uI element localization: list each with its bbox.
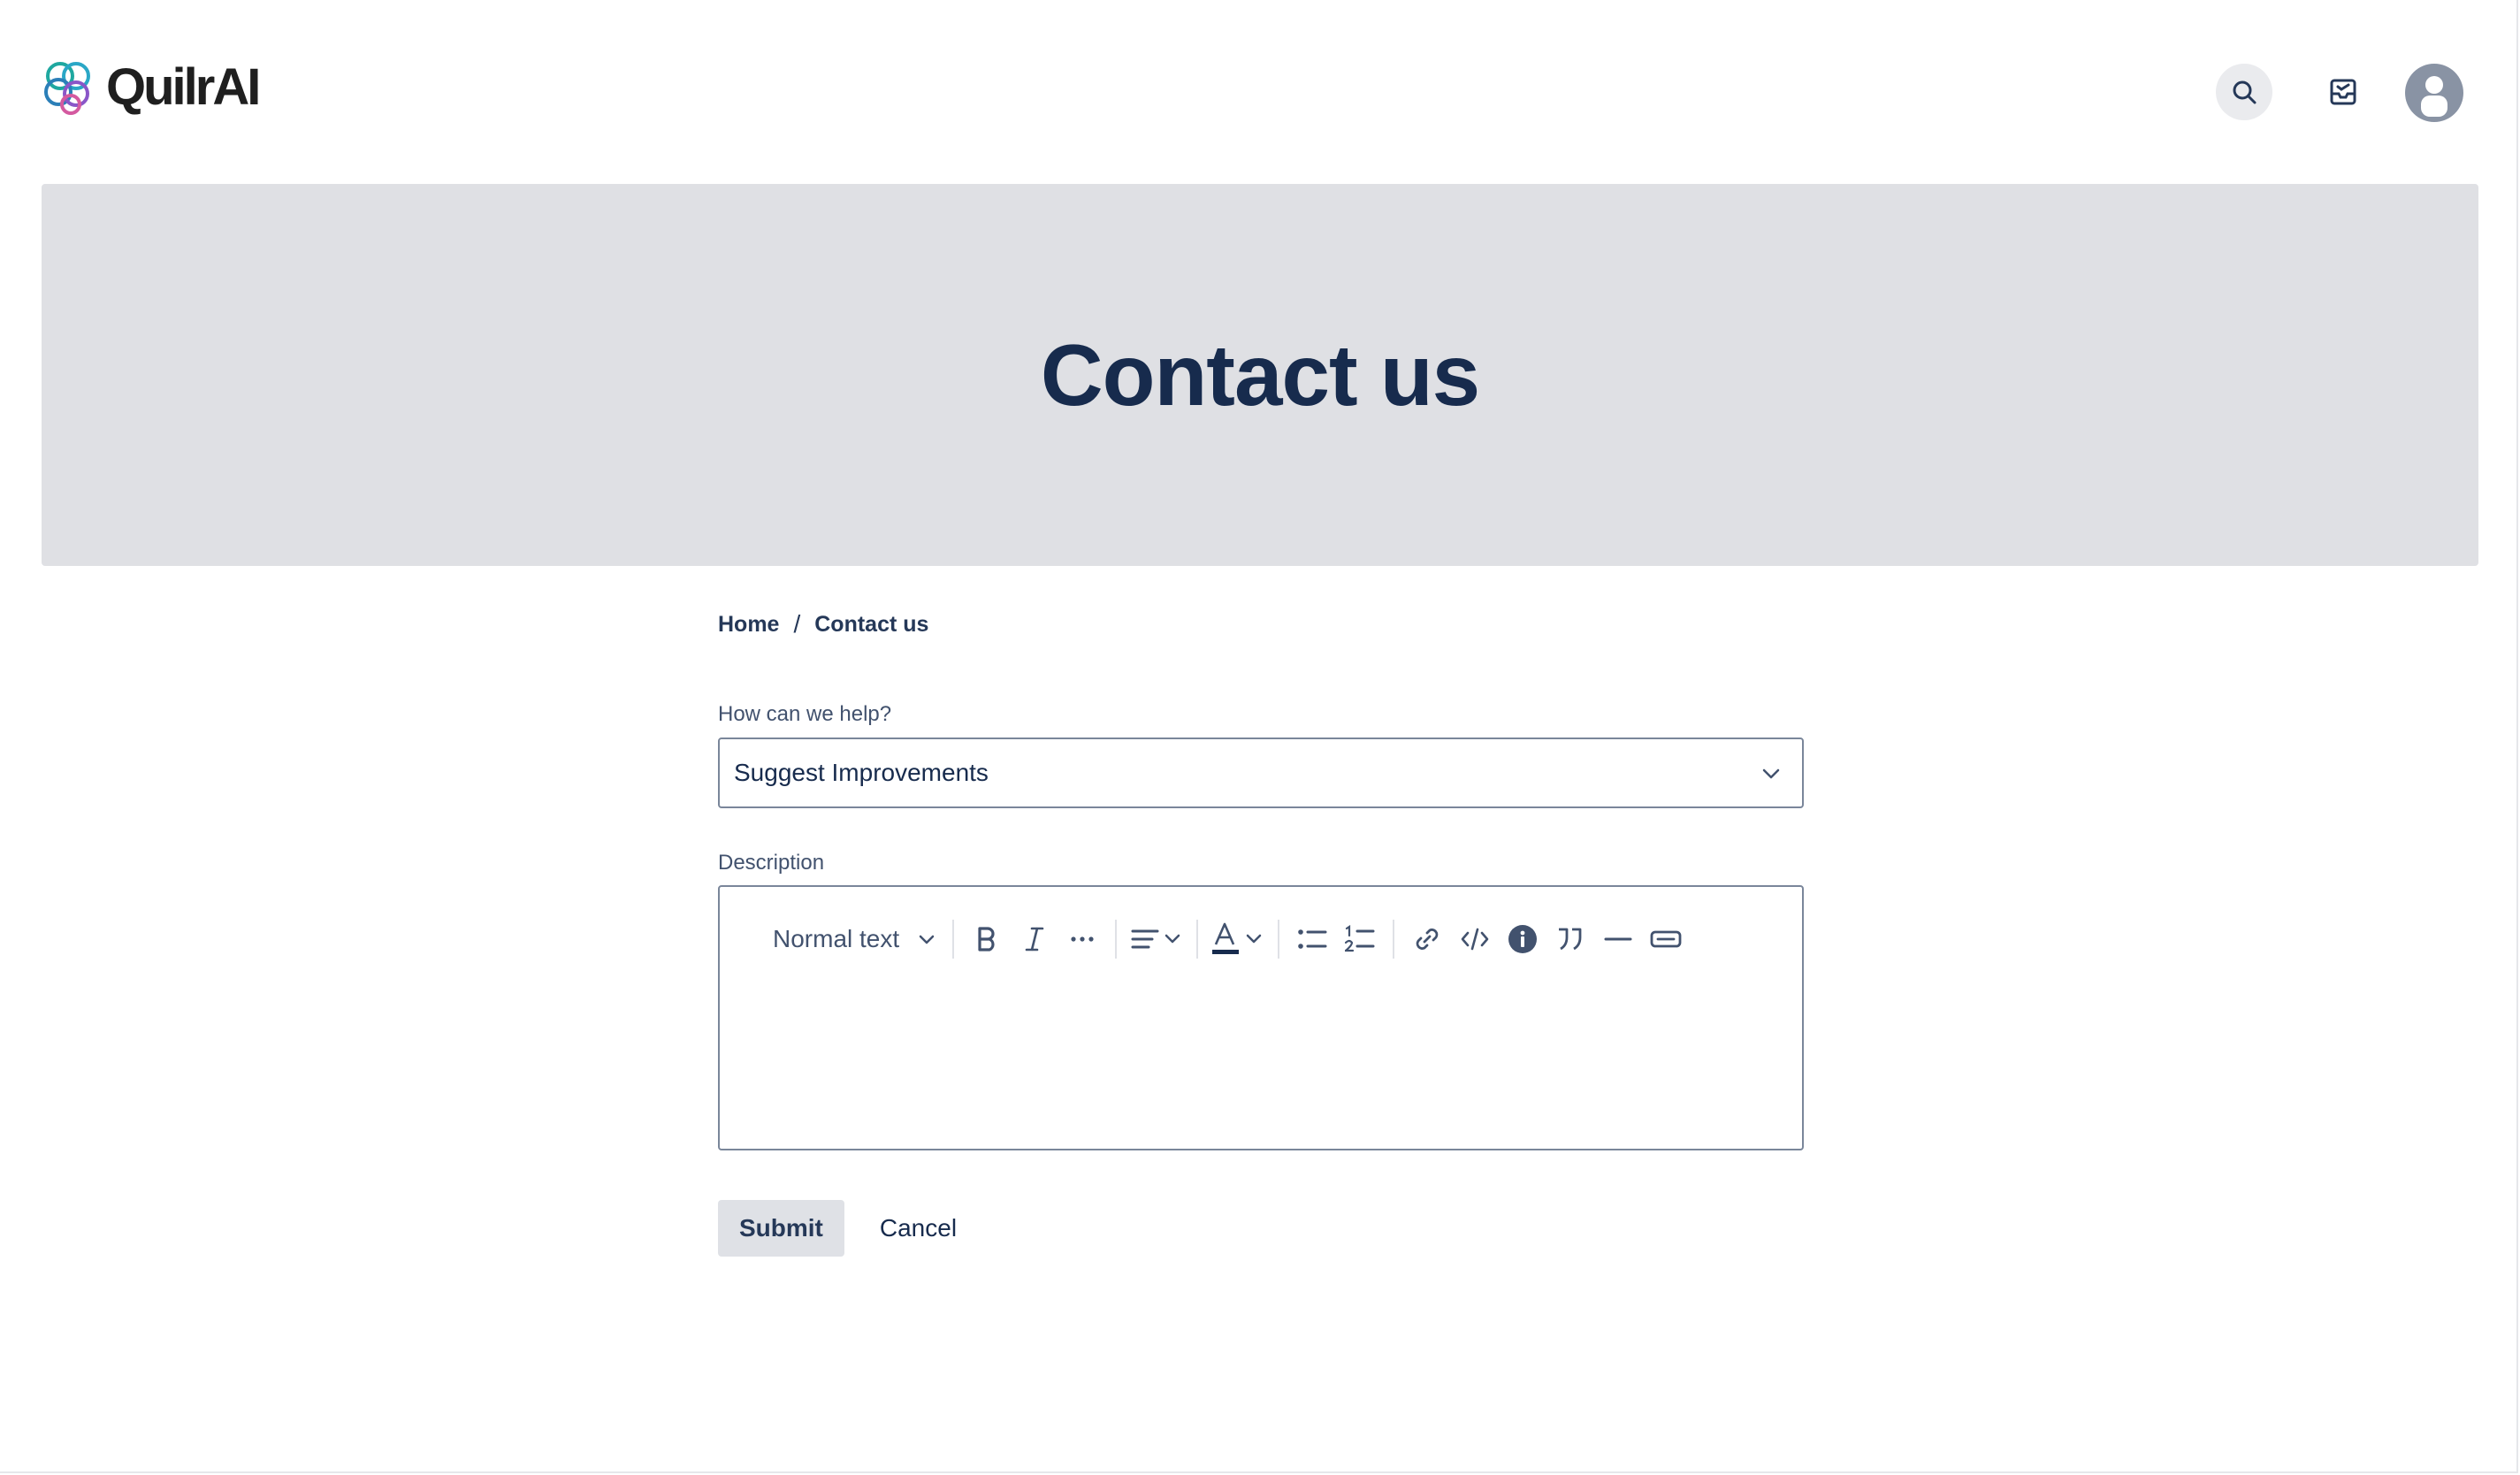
text-style-label: Normal text	[773, 925, 900, 952]
italic-icon	[1025, 927, 1044, 951]
quote-button[interactable]	[1546, 915, 1594, 963]
quote-icon	[1559, 928, 1582, 951]
breadcrumb-current[interactable]: Contact us	[814, 612, 928, 638]
italic-button[interactable]	[1011, 915, 1058, 963]
info-panel-button[interactable]	[1499, 915, 1546, 963]
chevron-down-icon	[919, 935, 935, 944]
link-icon	[1416, 929, 1439, 950]
description-label: Description	[718, 851, 825, 875]
bold-button[interactable]	[963, 915, 1011, 963]
align-icon	[1131, 929, 1180, 949]
help-type-select[interactable]: Suggest Improvements	[718, 738, 1804, 808]
logo-text: QuilrAI	[106, 57, 261, 116]
bold-icon	[978, 927, 995, 951]
link-button[interactable]	[1403, 915, 1451, 963]
divider-icon	[1604, 937, 1632, 941]
bullet-list-button[interactable]	[1288, 915, 1336, 963]
cancel-button[interactable]: Cancel	[859, 1200, 978, 1257]
logo-icon	[44, 62, 90, 115]
text-style-dropdown[interactable]: Normal text	[773, 915, 943, 963]
text-color-icon	[1212, 922, 1262, 954]
breadcrumb-separator: /	[793, 610, 801, 638]
toolbar-divider	[1196, 920, 1199, 959]
numbered-list-icon	[1345, 925, 1375, 952]
help-label: How can we help?	[718, 702, 892, 726]
more-formatting-icon	[1071, 936, 1094, 942]
description-editor[interactable]: Normal text	[718, 885, 1804, 1150]
breadcrumb: Home / Contact us	[718, 610, 928, 638]
notifications-button[interactable]	[2315, 64, 2371, 120]
editor-toolbar: Normal text	[773, 912, 1690, 967]
search-icon	[2233, 80, 2257, 104]
more-formatting-button[interactable]	[1058, 915, 1106, 963]
align-button[interactable]	[1126, 915, 1187, 963]
page-title: Contact us	[1040, 325, 1480, 424]
chevron-down-icon	[1762, 768, 1780, 779]
logo[interactable]: QuilrAI	[41, 57, 261, 117]
text-color-button[interactable]	[1207, 915, 1269, 963]
page-banner: Contact us	[42, 184, 2478, 566]
numbered-list-button[interactable]	[1336, 915, 1384, 963]
toolbar-divider	[1115, 920, 1118, 959]
toolbar-divider	[1278, 920, 1280, 959]
help-type-value: Suggest Improvements	[734, 759, 989, 786]
bullet-list-icon	[1298, 929, 1327, 949]
form-actions: Submit Cancel	[718, 1200, 978, 1257]
toolbar-divider	[952, 920, 955, 959]
expand-button[interactable]	[1642, 915, 1690, 963]
breadcrumb-home[interactable]: Home	[718, 612, 779, 638]
divider-button[interactable]	[1594, 915, 1642, 963]
search-button[interactable]	[2216, 64, 2272, 120]
info-panel-icon	[1508, 925, 1538, 953]
submit-button[interactable]: Submit	[718, 1200, 844, 1257]
code-button[interactable]	[1451, 915, 1499, 963]
code-icon	[1461, 928, 1489, 951]
avatar-icon	[2421, 76, 2447, 117]
top-header: QuilrAI	[0, 0, 2520, 182]
user-avatar[interactable]	[2405, 64, 2463, 122]
toolbar-divider	[1393, 920, 1395, 959]
expand-icon	[1650, 930, 1682, 948]
notifications-icon	[2330, 79, 2356, 105]
